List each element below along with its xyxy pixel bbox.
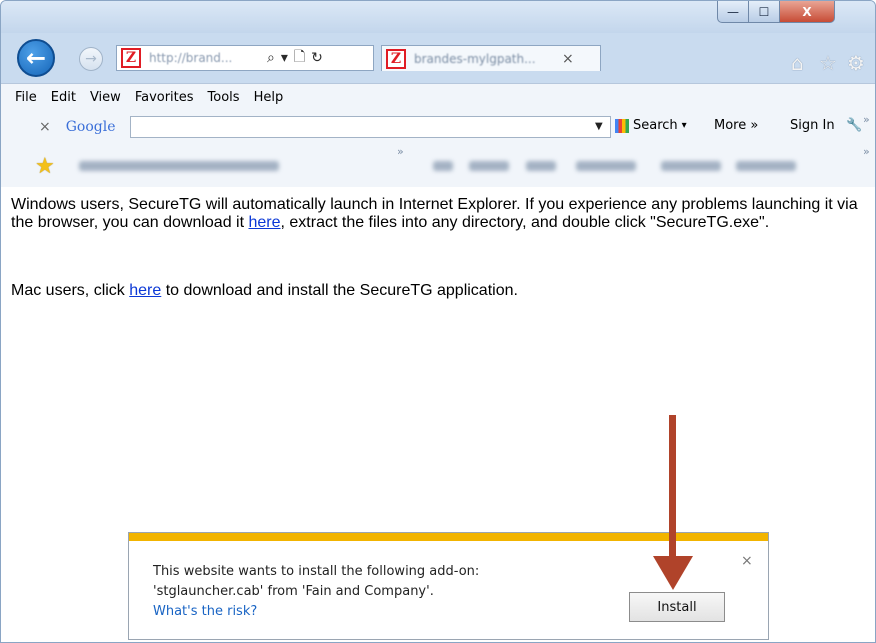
favorites-link-blurred[interactable] bbox=[79, 161, 279, 171]
google-search-input[interactable] bbox=[130, 116, 611, 138]
more-button[interactable]: More » bbox=[714, 118, 758, 133]
menu-tools[interactable]: Tools bbox=[208, 90, 240, 105]
install-button[interactable]: Install bbox=[629, 592, 725, 622]
notification-line-2: 'stglauncher.cab' from 'Fain and Company… bbox=[153, 584, 434, 599]
safety-menu[interactable] bbox=[736, 161, 796, 171]
google-logo-text: Google bbox=[65, 119, 116, 135]
menu-favorites[interactable]: Favorites bbox=[135, 90, 194, 105]
tab-favicon-icon: Z bbox=[386, 48, 406, 69]
refresh-icon[interactable]: ↻ bbox=[311, 50, 323, 66]
search-dropdown-icon[interactable]: ▼ bbox=[595, 121, 603, 132]
notification-line-1: This website wants to install the follow… bbox=[153, 564, 480, 579]
maximize-button[interactable]: ☐ bbox=[748, 1, 780, 23]
address-text[interactable]: http://brand... bbox=[149, 51, 261, 65]
favorites-star-icon[interactable]: ☆ bbox=[819, 51, 837, 75]
address-bar[interactable]: Z http://brand... ⌕ ▾ 🗋 ↻ bbox=[116, 45, 374, 71]
tab-close-icon[interactable]: × bbox=[562, 51, 574, 67]
title-bar: — ☐ X bbox=[1, 1, 875, 33]
minimize-button[interactable]: — bbox=[717, 1, 749, 23]
settings-gear-icon[interactable]: ⚙ bbox=[847, 51, 865, 75]
search-icon[interactable]: ⌕ bbox=[267, 50, 275, 66]
menu-help[interactable]: Help bbox=[254, 90, 284, 105]
windows-instructions: Windows users, SecureTG will automatical… bbox=[11, 196, 861, 232]
page-menu[interactable] bbox=[661, 161, 721, 171]
annotation-arrow-head-icon bbox=[653, 556, 693, 590]
menu-file[interactable]: File bbox=[15, 90, 37, 105]
search-chevron-icon: ▾ bbox=[681, 120, 687, 131]
navigation-bar: ← → Z http://brand... ⌕ ▾ 🗋 ↻ Z brandes-… bbox=[1, 33, 875, 83]
home-icon[interactable]: ⌂ bbox=[791, 51, 804, 75]
toolbar-close-icon[interactable]: × bbox=[39, 119, 51, 135]
print-icon[interactable] bbox=[526, 161, 556, 171]
toolbar-blurred-icons[interactable] bbox=[576, 161, 636, 171]
whats-the-risk-link[interactable]: What's the risk? bbox=[153, 602, 573, 622]
windows-download-link[interactable]: here bbox=[248, 214, 280, 231]
mac-text-end: to download and install the SecureTG app… bbox=[161, 282, 518, 299]
command-overflow-icon[interactable]: » bbox=[863, 145, 870, 158]
back-button[interactable]: ← bbox=[17, 39, 55, 77]
favorites-bar: ★ » » bbox=[1, 145, 875, 188]
signin-button[interactable]: Sign In bbox=[790, 118, 835, 133]
menu-bar: File Edit View Favorites Tools Help bbox=[1, 83, 875, 110]
menu-view[interactable]: View bbox=[90, 90, 121, 105]
toolbar-overflow-icon[interactable]: » bbox=[863, 113, 870, 126]
close-button[interactable]: X bbox=[779, 1, 835, 23]
windows-text-end: , extract the files into any directory, … bbox=[280, 214, 770, 231]
browser-tab[interactable]: Z brandes-mylgpath... × bbox=[381, 45, 601, 71]
mac-instructions: Mac users, click here to download and in… bbox=[11, 282, 861, 300]
compatibility-icon[interactable]: 🗋 bbox=[294, 46, 305, 70]
dropdown-icon[interactable]: ▾ bbox=[281, 50, 288, 66]
site-favicon-icon: Z bbox=[121, 48, 141, 68]
mac-text-start: Mac users, click bbox=[11, 282, 130, 299]
annotation-arrow-shaft bbox=[669, 415, 676, 575]
google-logo: Google bbox=[66, 119, 116, 135]
favbar-overflow-icon[interactable]: » bbox=[397, 145, 404, 158]
google-search-icon bbox=[615, 118, 629, 133]
feeds-icon[interactable] bbox=[433, 161, 453, 171]
google-search-button[interactable]: Search ▾ bbox=[615, 118, 687, 133]
notification-message: This website wants to install the follow… bbox=[153, 562, 573, 622]
favorites-star-icon[interactable]: ★ bbox=[35, 154, 55, 179]
read-mail-icon[interactable] bbox=[469, 161, 509, 171]
google-toolbar: × Google ▼ Search ▾ More » Sign In 🔧 » bbox=[1, 109, 875, 145]
mac-download-link[interactable]: here bbox=[129, 282, 161, 299]
forward-button[interactable]: → bbox=[79, 47, 103, 71]
notification-close-icon[interactable]: × bbox=[741, 553, 753, 569]
search-label: Search bbox=[633, 118, 678, 133]
wrench-icon[interactable]: 🔧 bbox=[846, 118, 862, 133]
browser-window: — ☐ X ← → Z http://brand... ⌕ ▾ 🗋 ↻ Z br… bbox=[0, 0, 876, 643]
menu-edit[interactable]: Edit bbox=[51, 90, 76, 105]
tab-title[interactable]: brandes-mylgpath... bbox=[414, 52, 554, 66]
